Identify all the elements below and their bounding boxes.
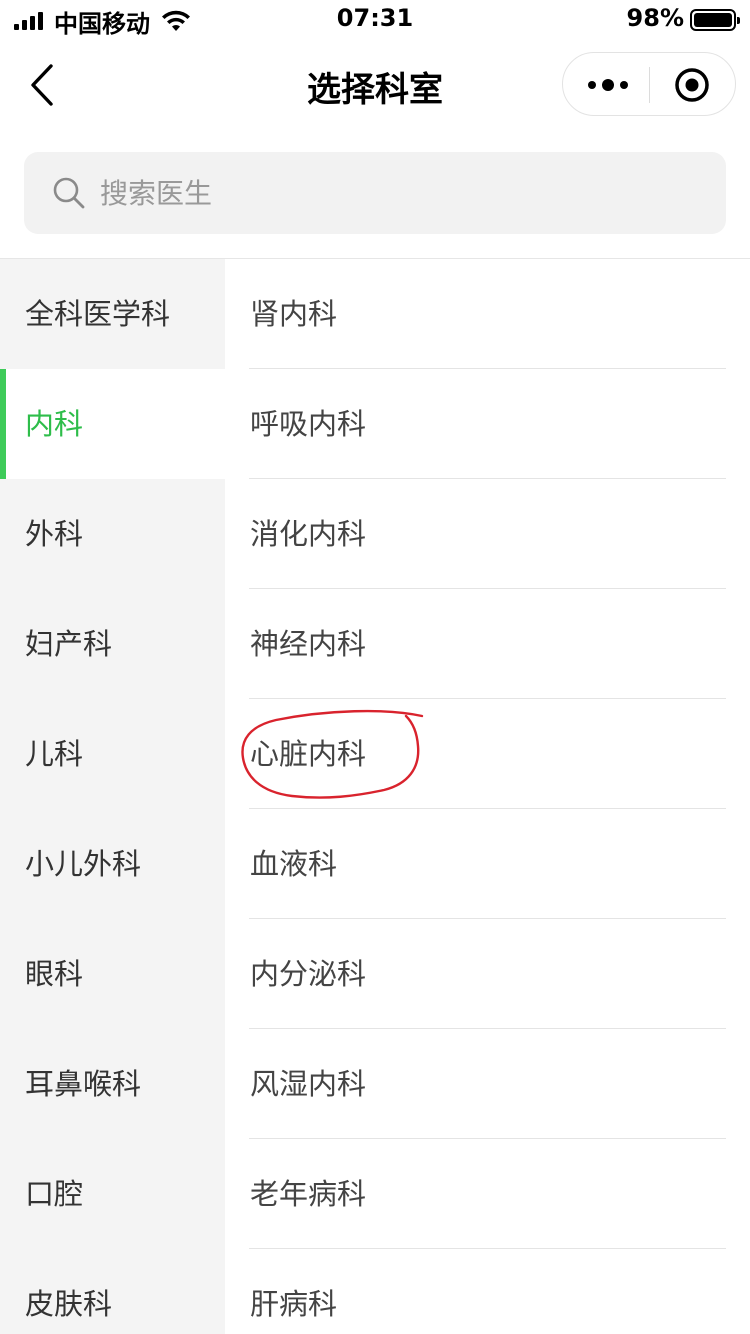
mini-program-capsule [562,52,736,116]
department-item[interactable]: 肾内科 [225,259,750,369]
department-label: 消化内科 [250,517,367,551]
search-icon [53,177,85,209]
category-label: 外科 [25,517,84,551]
department-item[interactable]: 血液科 [225,809,750,919]
department-list: 肾内科 呼吸内科 消化内科 神经内科 心脏内科 血液科 内分泌科 风湿内科 老年… [225,259,750,1334]
department-label: 肾内科 [250,297,338,331]
more-icon[interactable] [587,75,629,95]
battery-icon [690,9,740,31]
category-sidebar: 全科医学科 内科 外科 妇产科 儿科 小儿外科 眼科 耳鼻喉科 口腔 皮肤科 [0,259,225,1334]
category-label: 口腔 [25,1177,84,1211]
department-item[interactable]: 内分泌科 [225,919,750,1029]
category-item[interactable]: 耳鼻喉科 [0,1029,225,1139]
category-label: 小儿外科 [25,847,142,881]
department-label: 老年病科 [250,1177,367,1211]
status-bar: 中国移动 07:31 98% [0,0,750,44]
navigation-bar: 选择科室 [0,44,750,132]
category-item[interactable]: 小儿外科 [0,809,225,919]
category-item[interactable]: 妇产科 [0,589,225,699]
department-label: 神经内科 [250,627,367,661]
active-indicator [0,369,6,479]
category-label: 内科 [25,407,84,441]
department-label: 内分泌科 [250,957,367,991]
category-item[interactable]: 儿科 [0,699,225,809]
close-miniprogram-icon[interactable] [673,66,711,104]
category-label: 妇产科 [25,627,113,661]
department-label: 肝病科 [250,1287,338,1321]
department-item[interactable]: 神经内科 [225,589,750,699]
department-item[interactable]: 呼吸内科 [225,369,750,479]
category-item[interactable]: 外科 [0,479,225,589]
department-item[interactable]: 肝病科 [225,1249,750,1334]
department-item[interactable]: 风湿内科 [225,1029,750,1139]
department-item[interactable]: 心脏内科 [225,699,750,809]
category-label: 耳鼻喉科 [25,1067,142,1101]
department-label: 心脏内科 [250,737,367,771]
battery-percentage: 98% [626,4,684,32]
search-bar[interactable] [24,152,726,234]
search-input[interactable] [100,172,700,214]
department-item[interactable]: 老年病科 [225,1139,750,1249]
category-item[interactable]: 皮肤科 [0,1249,225,1334]
category-label: 全科医学科 [25,297,171,331]
category-item[interactable]: 眼科 [0,919,225,1029]
department-label: 呼吸内科 [250,407,367,441]
category-label: 儿科 [25,737,84,771]
capsule-divider [649,67,650,103]
category-item[interactable]: 口腔 [0,1139,225,1249]
category-item[interactable]: 全科医学科 [0,259,225,369]
department-item[interactable]: 消化内科 [225,479,750,589]
department-label: 血液科 [250,847,338,881]
category-label: 眼科 [25,957,84,991]
category-label: 皮肤科 [25,1287,113,1321]
category-item-active[interactable]: 内科 [0,369,225,479]
department-label: 风湿内科 [250,1067,367,1101]
